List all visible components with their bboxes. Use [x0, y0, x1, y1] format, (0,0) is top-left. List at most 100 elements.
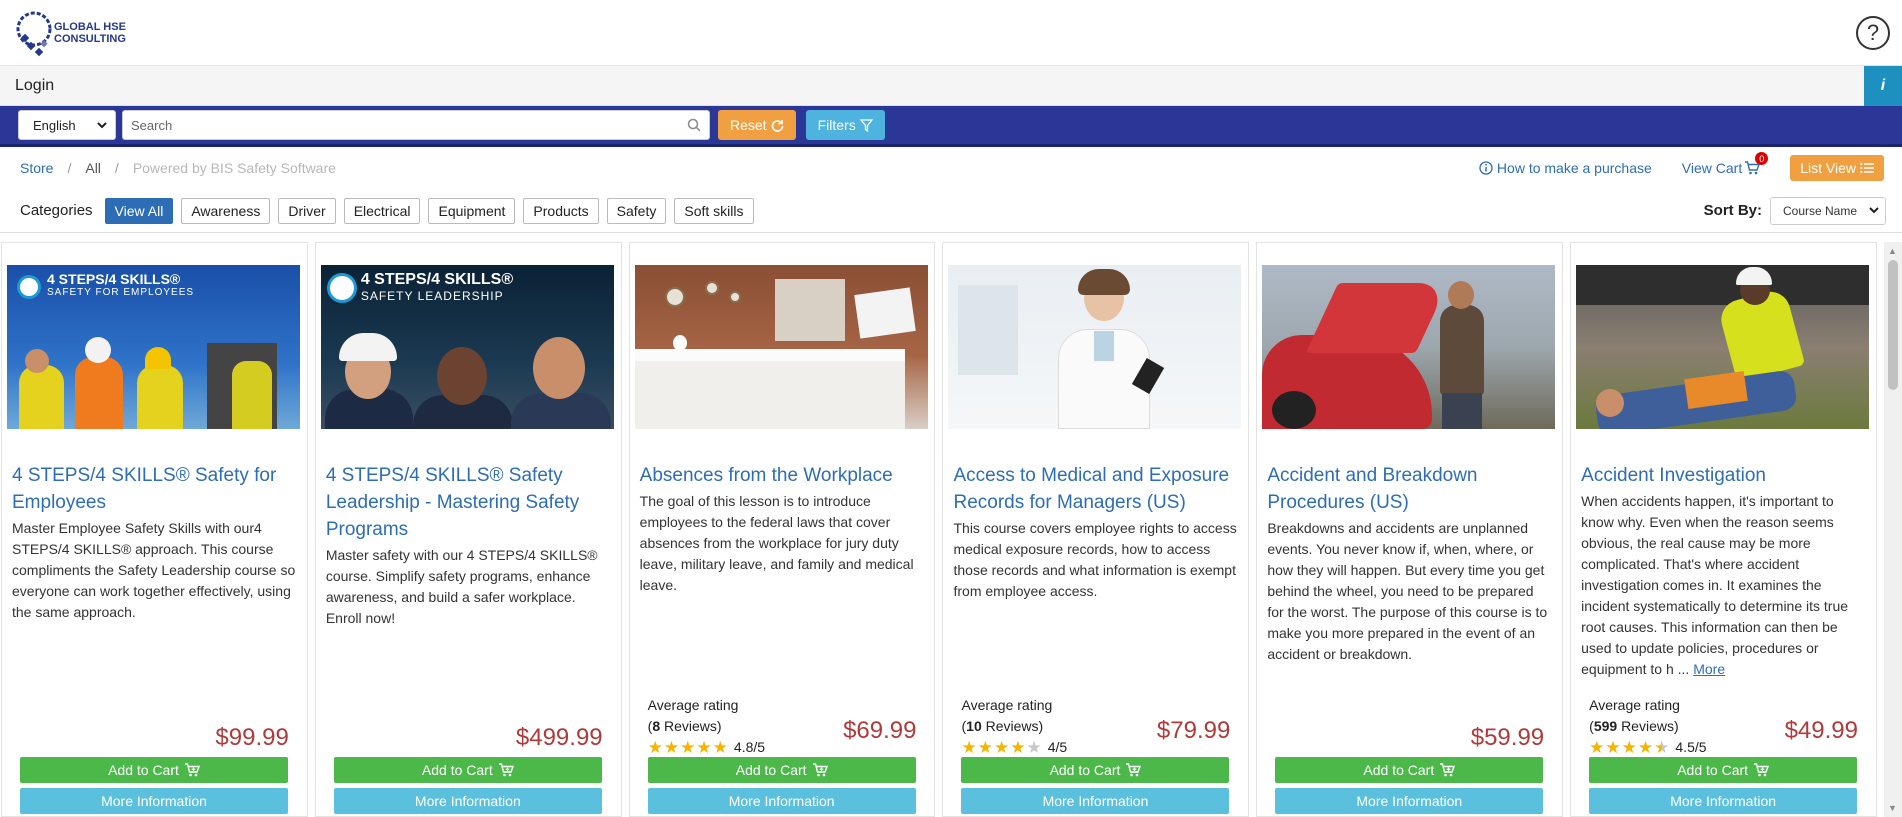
company-logo[interactable]: GLOBAL HSE CONSULTING [12, 3, 126, 63]
add-to-cart-button[interactable]: Add to Cart [647, 757, 916, 783]
scroll-down-icon[interactable]: ▼ [1888, 803, 1897, 813]
reviews-word: Reviews [664, 718, 717, 734]
more-information-button[interactable]: More Information [1275, 788, 1544, 814]
star-rating: ★ ★ ★ ★ ★ 4.8/5 [648, 737, 765, 758]
cart-count-badge: 0 [1755, 152, 1769, 165]
reviews-count-line[interactable]: (10 Reviews) [961, 716, 1067, 737]
category-view-all[interactable]: View All [104, 197, 174, 224]
filters-button[interactable]: Filters [805, 110, 885, 140]
course-description: Master Employee Safety Skills with our4 … [12, 520, 296, 620]
list-view-label: List View [1800, 160, 1856, 176]
category-driver[interactable]: Driver [278, 197, 336, 224]
category-equipment[interactable]: Equipment [428, 197, 516, 224]
how-to-purchase-link[interactable]: How to make a purchase [1479, 160, 1652, 176]
sort-label: Sort By: [1703, 202, 1762, 219]
more-information-button[interactable]: More Information [20, 788, 288, 814]
category-filters: Categories View All Awareness Driver Ele… [20, 197, 754, 224]
star-rating: ★ ★ ★ ★ ★ 4/5 [961, 737, 1067, 758]
language-select[interactable]: English [18, 110, 116, 140]
search-icon[interactable] [687, 118, 701, 132]
course-image[interactable] [634, 265, 928, 429]
search-placeholder: Search [131, 117, 173, 133]
cart-icon [1126, 763, 1142, 777]
category-safety[interactable]: Safety [606, 197, 667, 224]
banner-subtitle: SAFETY FOR EMPLOYEES [47, 287, 195, 298]
category-products[interactable]: Products [523, 197, 599, 224]
filters-label: Filters [817, 117, 856, 133]
more-information-button[interactable]: More Information [333, 788, 602, 814]
filter-icon [859, 118, 873, 132]
course-title[interactable]: Accident and Breakdown Procedures (US) [1262, 462, 1557, 516]
course-price: $69.99 [843, 717, 917, 744]
add-to-cart-label: Add to Cart [1049, 762, 1121, 778]
course-description: This course covers employee rights to ac… [953, 520, 1237, 599]
category-awareness[interactable]: Awareness [181, 197, 271, 224]
course-title[interactable]: Access to Medical and Exposure Records f… [948, 462, 1243, 516]
star-icon: ★ [1589, 738, 1605, 757]
logo-line-2: CONSULTING [54, 32, 126, 45]
add-to-cart-button[interactable]: Add to Cart [333, 757, 602, 783]
course-description: When accidents happen, it's important to… [1576, 491, 1871, 680]
course-image[interactable] [1576, 265, 1870, 429]
course-price: $99.99 [215, 724, 289, 751]
star-icon: ★ [1621, 738, 1637, 757]
course-banner: 4 STEPS/4 SKILLS® SAFETY LEADERSHIP [321, 265, 614, 323]
category-soft-skills[interactable]: Soft skills [674, 197, 754, 224]
course-image[interactable]: 4 STEPS/4 SKILLS® SAFETY FOR EMPLOYEES [7, 265, 300, 429]
scroll-up-icon[interactable]: ▲ [1888, 246, 1897, 256]
breadcrumb-store[interactable]: Store [20, 160, 53, 176]
rating-label: Average rating [647, 697, 739, 713]
cart-icon [1440, 763, 1456, 777]
breadcrumb-separator: / [114, 160, 119, 176]
page-scrollbar[interactable]: ▲ ▼ [1884, 242, 1902, 817]
breadcrumb-all[interactable]: All [85, 160, 101, 176]
star-icon: ★ [1654, 738, 1670, 757]
view-cart-link[interactable]: View Cart 0 [1682, 152, 1769, 176]
star-icon: ★ [680, 738, 696, 757]
chevron-down-icon [1869, 207, 1879, 214]
login-link[interactable]: Login [0, 77, 54, 95]
reviews-word: Reviews [985, 718, 1039, 734]
scrollbar-thumb[interactable] [1888, 260, 1898, 390]
add-to-cart-button[interactable]: Add to Cart [1589, 757, 1858, 783]
course-price: $59.99 [1470, 724, 1545, 751]
help-button[interactable]: ? [1856, 15, 1890, 50]
chevron-down-icon [97, 121, 107, 128]
course-card: Absences from the Workplace The goal of … [628, 242, 936, 817]
reset-label: Reset [730, 117, 767, 133]
logo-line-1: GLOBAL HSE [54, 20, 126, 33]
add-to-cart-button[interactable]: Add to Cart [1275, 757, 1544, 783]
course-title[interactable]: Accident Investigation [1576, 462, 1871, 489]
course-banner: 4 STEPS/4 SKILLS® SAFETY FOR EMPLOYEES [7, 265, 300, 323]
course-image[interactable] [948, 265, 1242, 429]
course-title[interactable]: 4 STEPS/4 SKILLS® Safety for Employees [7, 462, 302, 516]
reviews-count-line[interactable]: (8 Reviews) [648, 716, 765, 737]
cart-icon [184, 763, 200, 777]
course-image[interactable] [1262, 265, 1556, 429]
list-view-button[interactable]: List View [1790, 155, 1884, 181]
reviews-count-line[interactable]: (599 Reviews) [1589, 716, 1706, 737]
more-information-button[interactable]: More Information [647, 788, 916, 814]
add-to-cart-button[interactable]: Add to Cart [961, 757, 1230, 783]
add-to-cart-button[interactable]: Add to Cart [20, 757, 288, 783]
rating-score: 4.8/5 [733, 739, 766, 755]
info-button[interactable]: i [1864, 65, 1902, 106]
more-information-button[interactable]: More Information [1589, 788, 1858, 814]
course-image[interactable]: 4 STEPS/4 SKILLS® SAFETY LEADERSHIP [320, 265, 614, 429]
course-title[interactable]: 4 STEPS/4 SKILLS® Safety Leadership - Ma… [321, 462, 616, 543]
category-electrical[interactable]: Electrical [343, 197, 421, 224]
sort-select[interactable]: Course Name [1770, 196, 1886, 225]
reset-button[interactable]: Reset [718, 110, 796, 140]
cart-icon [1754, 763, 1770, 777]
info-circle-icon [1479, 161, 1493, 175]
more-link[interactable]: More [1693, 661, 1725, 677]
star-icon: ★ [977, 738, 993, 757]
breadcrumb-row: Store / All / Powered by BIS Safety Soft… [0, 147, 1902, 189]
search-input[interactable]: Search [122, 110, 710, 140]
star-icon: ★ [696, 738, 712, 757]
course-title[interactable]: Absences from the Workplace [635, 462, 930, 489]
more-information-button[interactable]: More Information [961, 788, 1230, 814]
how-to-purchase-label: How to make a purchase [1496, 160, 1652, 176]
course-price: $49.99 [1784, 717, 1858, 744]
course-price: $499.99 [515, 724, 603, 751]
